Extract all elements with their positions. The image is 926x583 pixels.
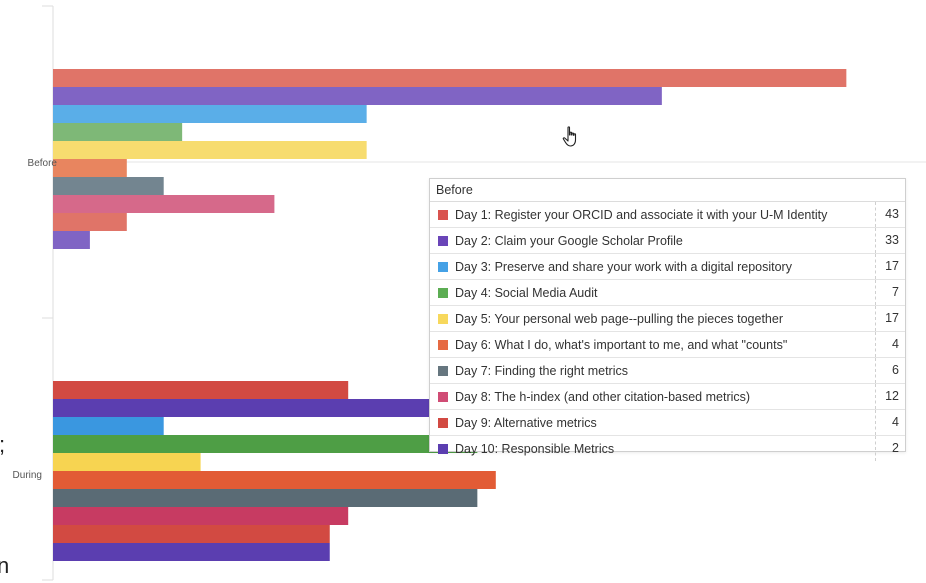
tooltip-title: Before [430, 179, 905, 202]
bar-during-day-4[interactable] [53, 435, 478, 453]
tooltip-row-day-1: Day 1: Register your ORCID and associate… [430, 202, 905, 228]
bar-during-day-9[interactable] [53, 525, 330, 543]
bar-during-day-1[interactable] [53, 381, 349, 399]
bar-before-day-6[interactable] [53, 159, 127, 177]
legend-swatch [438, 339, 448, 350]
legend-swatch [438, 235, 448, 246]
legend-swatch [438, 287, 448, 298]
bar-during-day-2[interactable] [53, 399, 441, 417]
bar-during-day-3[interactable] [53, 417, 164, 435]
bar-during-day-5[interactable] [53, 453, 201, 471]
tooltip-row-label: Day 1: Register your ORCID and associate… [455, 207, 828, 222]
tooltip-row-label: Day 4: Social Media Audit [455, 285, 598, 300]
tooltip-row-day-10: Day 10: Responsible Metrics 2 [430, 436, 905, 461]
bar-during-day-8[interactable] [53, 507, 349, 525]
tooltip-row-label: Day 7: Finding the right metrics [455, 363, 628, 378]
bar-before-day-9[interactable] [53, 213, 127, 231]
tooltip-row-day-7: Day 7: Finding the right metrics 6 [430, 358, 905, 384]
edge-letter-n: n [0, 553, 10, 578]
tooltip-row-value: 43 [875, 202, 905, 227]
bar-before-day-4[interactable] [53, 123, 183, 141]
bar-before-day-5[interactable] [53, 141, 367, 159]
legend-swatch [438, 417, 448, 428]
tooltip-row-day-4: Day 4: Social Media Audit 7 [430, 280, 905, 306]
category-label-during: During [13, 470, 42, 481]
tooltip-row-label: Day 2: Claim your Google Scholar Profile [455, 233, 683, 248]
legend-swatch [438, 391, 448, 402]
chart-tooltip: Before Day 1: Register your ORCID and as… [429, 178, 906, 461]
category-label-before: Before [28, 158, 58, 169]
bar-before-day-8[interactable] [53, 195, 275, 213]
bar-before-day-7[interactable] [53, 177, 164, 195]
tooltip-row-value: 17 [875, 306, 905, 331]
tooltip-row-value: 2 [875, 436, 905, 461]
tooltip-row-day-5: Day 5: Your personal web page--pulling t… [430, 306, 905, 332]
tooltip-row-day-6: Day 6: What I do, what's important to me… [430, 332, 905, 358]
tooltip-row-value: 12 [875, 384, 905, 409]
tooltip-row-value: 4 [875, 410, 905, 435]
bar-during-day-6[interactable] [53, 471, 496, 489]
bar-before-day-1[interactable] [53, 69, 847, 87]
legend-swatch [438, 209, 448, 220]
tooltip-row-day-3: Day 3: Preserve and share your work with… [430, 254, 905, 280]
tooltip-row-label: Day 9: Alternative metrics [455, 415, 597, 430]
tooltip-row-label: Day 5: Your personal web page--pulling t… [455, 311, 783, 326]
bar-before-day-10[interactable] [53, 231, 90, 249]
bar-during-day-10[interactable] [53, 543, 330, 561]
tooltip-row-value: 6 [875, 358, 905, 383]
tooltip-row-label: Day 6: What I do, what's important to me… [455, 337, 788, 352]
bar-before-day-2[interactable] [53, 87, 662, 105]
tooltip-row-label: Day 8: The h-index (and other citation-b… [455, 389, 751, 404]
tooltip-row-value: 4 [875, 332, 905, 357]
edge-semicolon: ; [0, 432, 5, 458]
legend-swatch [438, 443, 448, 454]
legend-swatch [438, 365, 448, 376]
tooltip-row-label: Day 10: Responsible Metrics [455, 441, 615, 456]
bar-during-day-7[interactable] [53, 489, 478, 507]
tooltip-row-day-2: Day 2: Claim your Google Scholar Profile… [430, 228, 905, 254]
tooltip-rows: Day 1: Register your ORCID and associate… [430, 202, 905, 461]
tooltip-row-value: 17 [875, 254, 905, 279]
tooltip-row-day-9: Day 9: Alternative metrics 4 [430, 410, 905, 436]
legend-swatch [438, 313, 448, 324]
bar-before-day-3[interactable] [53, 105, 367, 123]
tooltip-row-day-8: Day 8: The h-index (and other citation-b… [430, 384, 905, 410]
legend-swatch [438, 261, 448, 272]
tooltip-row-value: 33 [875, 228, 905, 253]
tooltip-row-value: 7 [875, 280, 905, 305]
hand-pointer-icon [562, 126, 577, 147]
tooltip-row-label: Day 3: Preserve and share your work with… [455, 259, 792, 274]
